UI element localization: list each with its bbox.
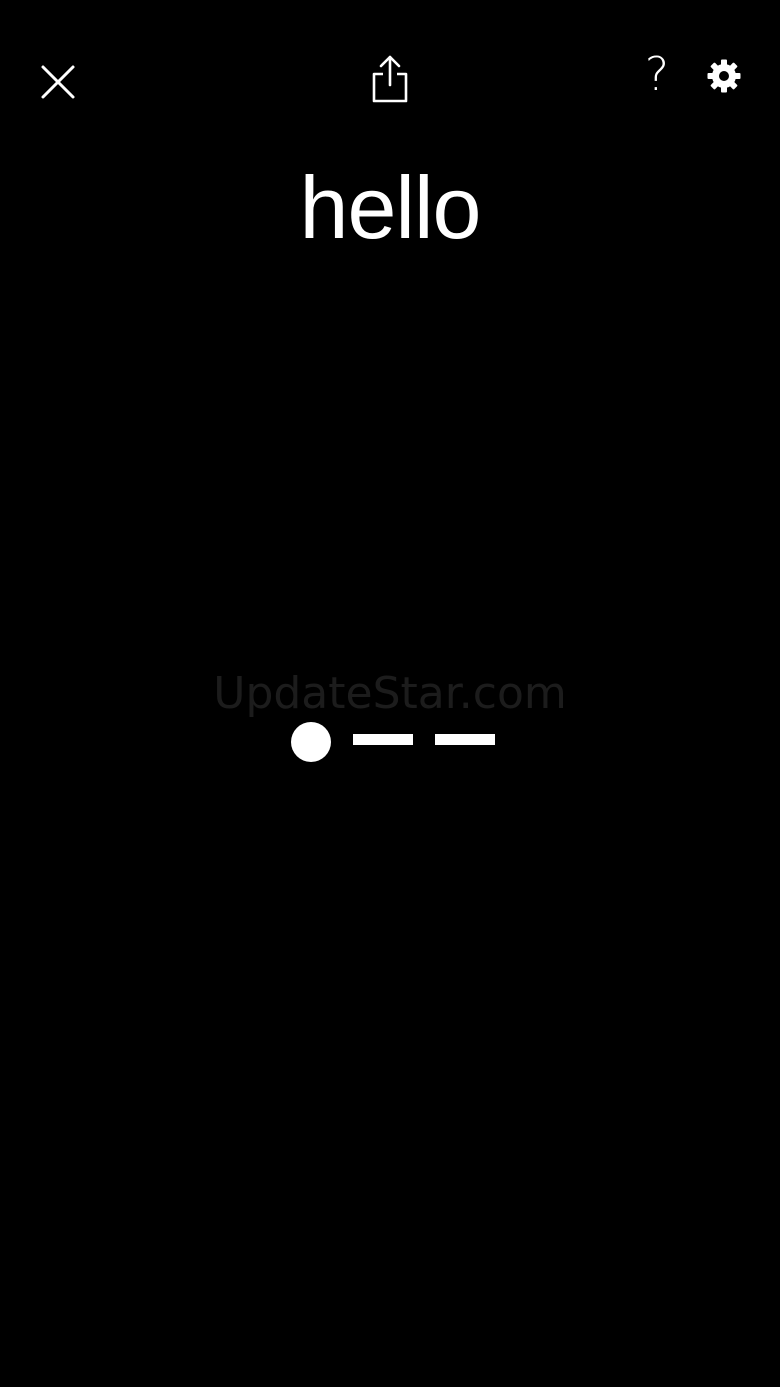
morse-dot [291,722,331,762]
gear-icon [707,59,741,93]
close-button[interactable] [32,56,84,108]
share-button[interactable] [362,50,418,108]
help-button[interactable]: ? [632,48,682,100]
morse-dash [353,733,413,745]
morse-dash [435,733,495,745]
share-icon [372,55,408,103]
close-icon [41,65,75,99]
watermark: UpdateStar.com [213,668,567,719]
settings-button[interactable] [700,52,748,100]
help-icon: ? [644,47,670,101]
morse-sequence [0,722,780,762]
morse-word: hello [299,158,482,257]
